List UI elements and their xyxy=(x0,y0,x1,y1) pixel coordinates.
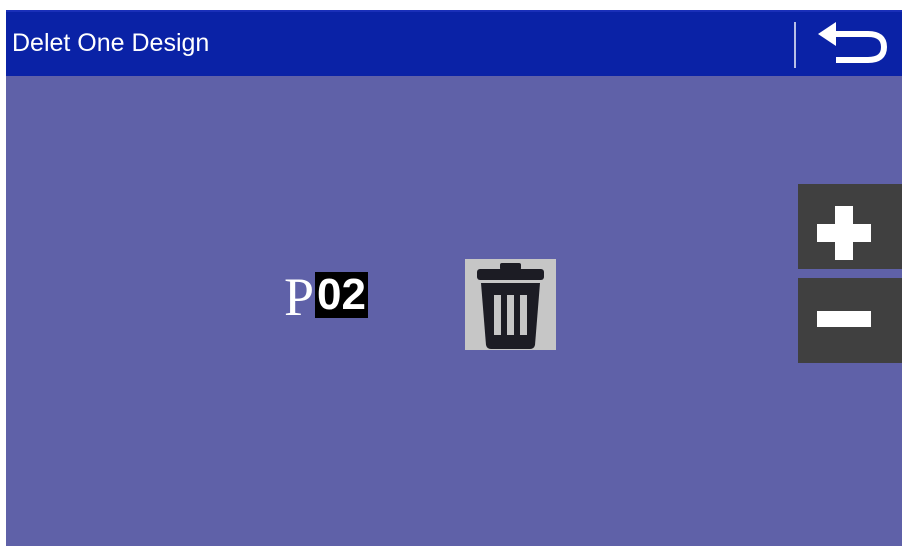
plus-icon xyxy=(817,206,871,260)
decrease-button[interactable] xyxy=(798,278,902,363)
trash-can-icon xyxy=(477,263,544,349)
title-bar: Delet One Design xyxy=(6,10,902,76)
design-prefix: P xyxy=(284,267,315,327)
page-title: Delet One Design xyxy=(12,29,210,57)
increase-button[interactable] xyxy=(798,184,902,269)
return-arrow-icon xyxy=(818,22,888,63)
screen: Delet One Design P 02 xyxy=(0,0,902,546)
minus-icon xyxy=(817,311,871,327)
design-number-field[interactable]: 02 xyxy=(315,272,368,318)
design-label: P 02 xyxy=(284,264,368,324)
main-panel: P 02 xyxy=(6,76,902,546)
delete-button[interactable] xyxy=(465,259,556,350)
header-divider xyxy=(794,22,796,68)
back-button[interactable] xyxy=(814,20,894,70)
